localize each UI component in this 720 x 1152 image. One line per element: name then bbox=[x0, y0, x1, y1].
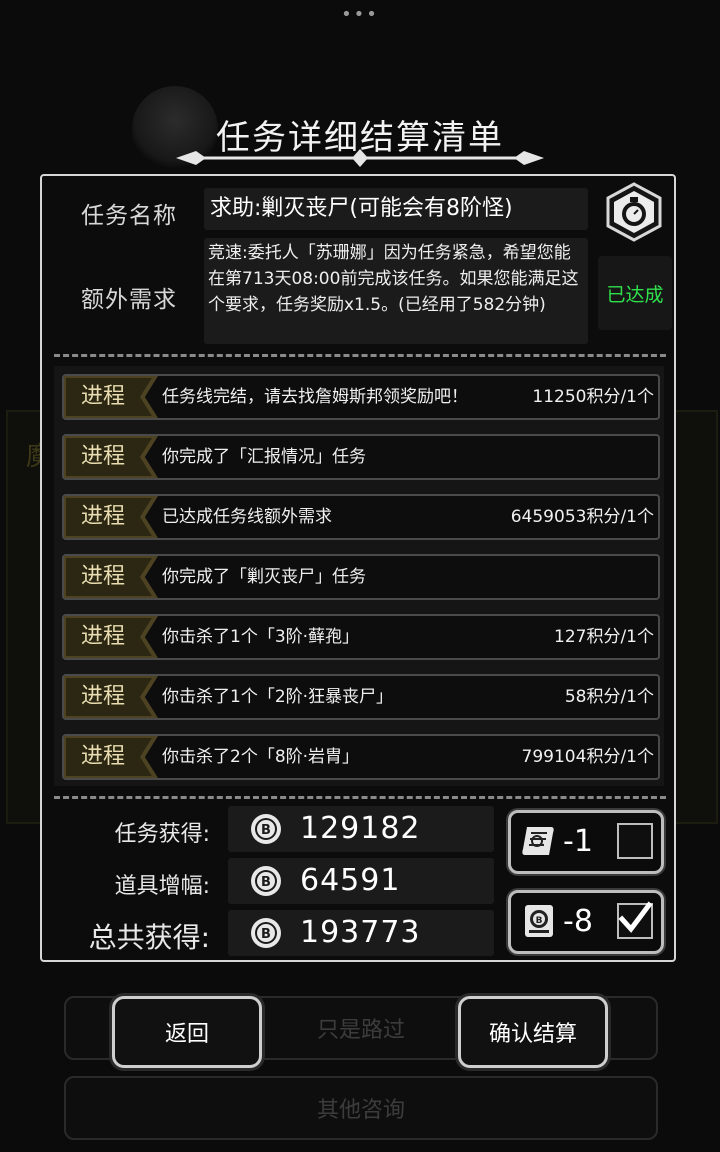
total-earned-label: 总共获得: bbox=[88, 921, 210, 954]
task-earned-label: 任务获得: bbox=[114, 822, 210, 847]
divider-bottom bbox=[54, 796, 666, 799]
item-coin-checkbox[interactable] bbox=[617, 901, 653, 939]
coin-card-icon: B bbox=[525, 905, 553, 937]
progress-row: 进程 你击杀了1个「3阶·藓孢」 127积分/1个 bbox=[62, 614, 660, 660]
mission-name-label: 任务名称 bbox=[81, 203, 177, 229]
progress-tag: 进程 bbox=[64, 376, 158, 418]
progress-row: 进程 你击杀了1个「2阶·狂暴丧尸」 58积分/1个 bbox=[62, 674, 660, 720]
settlement-dialog: 任务名称 求助:剿灭丧尸(可能会有8阶怪) 额外需求 竞速:委托人「苏珊娜」因为… bbox=[40, 174, 676, 962]
progress-text: 你完成了「汇报情况」任务 bbox=[162, 447, 366, 467]
progress-row: 进程 你完成了「汇报情况」任务 bbox=[62, 434, 660, 480]
divider-top bbox=[54, 354, 666, 357]
item-coin-card[interactable]: B -8 bbox=[508, 890, 664, 954]
progress-tag: 进程 bbox=[64, 496, 158, 538]
progress-text: 你完成了「剿灭丧尸」任务 bbox=[162, 567, 366, 587]
progress-row: 进程 你完成了「剿灭丧尸」任务 bbox=[62, 554, 660, 600]
progress-tag: 进程 bbox=[64, 436, 158, 478]
progress-points: 6459053积分/1个 bbox=[510, 507, 654, 527]
progress-text: 你击杀了2个「8阶·岩胄」 bbox=[162, 747, 360, 767]
confirm-settlement-button[interactable]: 确认结算 bbox=[458, 996, 608, 1068]
progress-points: 799104积分/1个 bbox=[521, 747, 654, 767]
progress-text: 你击杀了1个「2阶·狂暴丧尸」 bbox=[162, 687, 394, 707]
progress-tag: 进程 bbox=[64, 736, 158, 778]
progress-text: 你击杀了1个「3阶·藓孢」 bbox=[162, 627, 360, 647]
progress-row: 进程 已达成任务线额外需求 6459053积分/1个 bbox=[62, 494, 660, 540]
extra-requirement-label: 额外需求 bbox=[81, 287, 177, 313]
progress-text: 任务线完结，请去找詹姆斯邦领奖励吧！ bbox=[162, 387, 468, 407]
bitcoin-coin-icon: B bbox=[251, 918, 281, 948]
progress-tag: 进程 bbox=[64, 676, 158, 718]
progress-row: 进程 你击杀了2个「8阶·岩胄」 799104积分/1个 bbox=[62, 734, 660, 780]
back-button[interactable]: 返回 bbox=[112, 996, 262, 1068]
item-boost-label: 道具增幅: bbox=[114, 874, 210, 899]
requirement-status-badge: 已达成 bbox=[598, 256, 672, 330]
item-boost-box: B 64591 bbox=[228, 858, 494, 904]
progress-row: 进程 任务线完结，请去找詹姆斯邦领奖励吧！ 11250积分/1个 bbox=[62, 374, 660, 420]
progress-list: 进程 任务线完结，请去找詹姆斯邦领奖励吧！ 11250积分/1个 进程 你完成了… bbox=[54, 366, 664, 786]
progress-points: 11250积分/1个 bbox=[532, 387, 654, 407]
svg-text:B: B bbox=[261, 875, 271, 890]
checkmark-icon bbox=[618, 901, 653, 933]
item-scroll-card[interactable]: -1 bbox=[508, 810, 664, 874]
svg-text:B: B bbox=[261, 823, 271, 838]
item-scroll-checkbox[interactable] bbox=[617, 823, 653, 859]
svg-text:B: B bbox=[261, 927, 271, 942]
task-earned-box: B 129182 bbox=[228, 806, 494, 852]
svg-text:B: B bbox=[536, 916, 543, 926]
total-earned-value: 193773 bbox=[300, 915, 421, 950]
progress-text: 已达成任务线额外需求 bbox=[162, 507, 332, 527]
progress-points: 127积分/1个 bbox=[554, 627, 654, 647]
item-scroll-qty: -1 bbox=[563, 824, 593, 859]
item-coin-qty: -8 bbox=[563, 904, 593, 939]
bitcoin-coin-icon: B bbox=[251, 866, 281, 896]
progress-points: 58积分/1个 bbox=[564, 687, 654, 707]
progress-tag: 进程 bbox=[64, 556, 158, 598]
bg-other-inquiry-button: 其他咨询 bbox=[64, 1076, 658, 1140]
stopwatch-icon bbox=[604, 182, 664, 246]
scroll-icon bbox=[522, 827, 554, 855]
title-ornament bbox=[176, 149, 544, 167]
extra-requirement-text: 竞速:委托人「苏珊娜」因为任务紧急，希望您能在第713天08:00前完成该任务。… bbox=[204, 238, 588, 344]
task-earned-value: 129182 bbox=[300, 811, 421, 846]
mission-name: 求助:剿灭丧尸(可能会有8阶怪) bbox=[204, 188, 588, 230]
total-earned-box: B 193773 bbox=[228, 910, 494, 956]
progress-tag: 进程 bbox=[64, 616, 158, 658]
bitcoin-coin-icon: B bbox=[251, 814, 281, 844]
item-boost-value: 64591 bbox=[300, 863, 401, 898]
